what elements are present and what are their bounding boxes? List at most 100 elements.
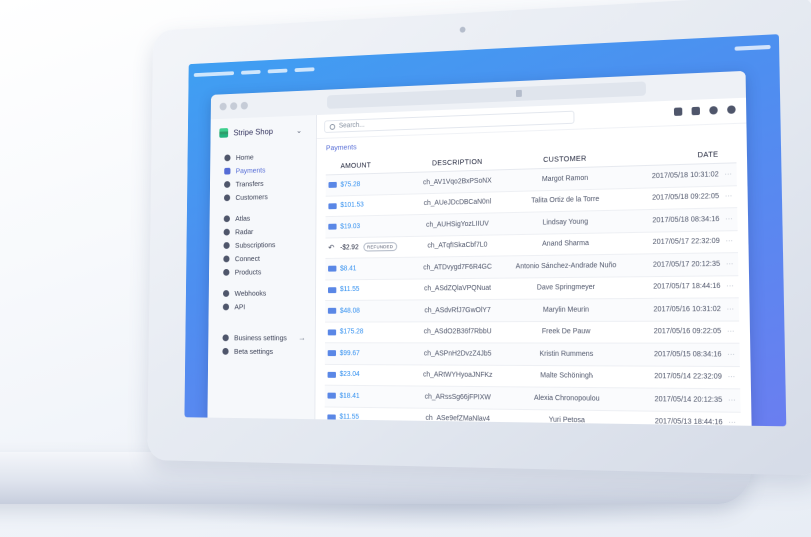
sidebar-item-business-settings[interactable]: Business settings → [208, 330, 315, 344]
sidebar-item-label: Subscriptions [235, 240, 275, 249]
table-row[interactable]: $175.28 ch_ASdO2B36f7RbbU Freek De Pauw 201… [325, 321, 740, 344]
sidebar-item-label: Atlas [235, 213, 250, 222]
customers-icon [224, 194, 230, 201]
date-cell: 2017/05/17 20:12:35 [624, 260, 720, 268]
account-switcher[interactable]: Stripe Shop [219, 126, 273, 138]
date-cell: 2017/05/16 09:22:05 [625, 328, 721, 335]
description-cell: ch_ARtWYHyoaJNFKz [407, 372, 508, 380]
customer-cell: Freek De Pauw [508, 328, 625, 335]
description-cell: ch_ASdO2B36f7RbbU [408, 328, 509, 335]
breadcrumb[interactable]: Payments [326, 142, 357, 152]
bell-icon[interactable] [709, 106, 718, 115]
window-minimize-button[interactable] [230, 102, 237, 110]
sidebar-item-webhooks[interactable]: Webhooks [209, 285, 315, 299]
more-icon[interactable]: ··· [723, 419, 742, 426]
credit-card-icon [328, 350, 336, 356]
description-cell: ch_ARssSg66jFPIXW [407, 393, 508, 401]
camera-icon [460, 27, 466, 33]
more-icon[interactable]: ··· [720, 283, 739, 291]
date-cell: 2017/05/17 18:44:16 [625, 283, 721, 291]
sidebar-item-label: Beta settings [234, 347, 273, 356]
date-cell: 2017/05/16 10:31:02 [625, 306, 721, 314]
desktop-bar-segment [295, 67, 315, 72]
lock-icon [516, 90, 522, 97]
docs-icon[interactable] [692, 107, 700, 116]
table-row[interactable]: $11.55 ch_ASdZQlaVPQNuat Dave Springmeyer 2… [325, 276, 739, 301]
window-maximize-button[interactable] [241, 102, 248, 110]
sidebar-item-connect[interactable]: Connect [209, 250, 315, 265]
megaphone-icon[interactable] [674, 107, 682, 116]
table-row[interactable]: $48.08 ch_ASdvRfJ7GwOlY7 Marylin Meurin 201… [325, 298, 739, 322]
desktop-bar-segment [241, 70, 261, 75]
sidebar-item-products[interactable]: Products [209, 264, 315, 279]
more-icon[interactable]: ··· [719, 215, 738, 223]
customer-cell: Malte Schöningh [508, 372, 625, 380]
amount-cell: $19.03 [340, 223, 360, 230]
sidebar-item-api[interactable]: API [209, 299, 315, 313]
laptop-screen: Stripe Shop ⌄ Home Payments Transfers Cu… [184, 34, 786, 426]
amount-cell: $75.28 [340, 181, 360, 188]
credit-card-icon [328, 182, 336, 188]
beta-settings-icon [222, 347, 228, 354]
amount-cell: $11.55 [339, 414, 359, 421]
search-icon [330, 123, 336, 129]
customer-cell: Alexia Chronopoulou [509, 394, 626, 403]
customer-cell: Dave Springmeyer [508, 284, 625, 292]
amount-cell: $48.08 [340, 307, 360, 314]
amount-cell: -$2.92 [340, 244, 358, 251]
column-header-description[interactable]: DESCRIPTION [408, 156, 508, 168]
sidebar-item-label: Customers [235, 192, 267, 201]
column-header-customer[interactable]: CUSTOMER [507, 152, 623, 165]
laptop-lid: Stripe Shop ⌄ Home Payments Transfers Cu… [147, 0, 811, 476]
credit-card-icon [328, 308, 336, 314]
more-icon[interactable]: ··· [722, 396, 741, 404]
date-cell: 2017/05/15 08:34:16 [625, 351, 721, 359]
business-settings-icon [222, 334, 228, 341]
window-close-button[interactable] [220, 103, 227, 111]
table-row[interactable]: $99.67 ch_ASPnH2DvzZ4Jb5 Kristin Rummens 20… [325, 343, 740, 366]
more-icon[interactable]: ··· [721, 351, 740, 358]
credit-card-icon [327, 393, 335, 399]
date-cell: 2017/05/17 22:32:09 [624, 238, 720, 247]
more-icon[interactable]: ··· [719, 170, 738, 178]
more-icon[interactable]: ··· [720, 260, 739, 268]
refunded-badge: REFUNDED [363, 242, 397, 251]
amount-cell: $18.41 [340, 393, 360, 400]
more-icon[interactable]: ··· [721, 305, 740, 312]
credit-card-icon [328, 287, 336, 293]
more-icon[interactable]: ··· [721, 328, 740, 335]
user-icon[interactable] [727, 105, 736, 114]
chevron-down-icon[interactable]: ⌄ [296, 126, 302, 135]
desktop-bar-segment [268, 69, 288, 74]
customer-cell: Margot Ramon [508, 174, 624, 184]
amount-cell: $175.28 [340, 329, 364, 336]
description-cell: ch_AUHSigYozLIIUV [408, 220, 508, 229]
date-cell: 2017/05/13 18:44:16 [626, 418, 723, 426]
desktop-bar-segment [735, 45, 771, 51]
date-cell: 2017/05/14 22:32:09 [626, 373, 722, 381]
customer-cell: Yuri Petosa [509, 416, 626, 425]
sidebar-item-label: Payments [236, 165, 266, 174]
sidebar-item-label: Connect [235, 254, 260, 263]
customer-cell: Lindsay Young [508, 218, 624, 227]
transfers-icon [224, 181, 230, 188]
more-icon[interactable]: ··· [720, 238, 739, 246]
refund-arrow-icon: ↶ [328, 243, 334, 252]
stripe-shop-logo-icon [219, 128, 228, 138]
home-icon [224, 154, 230, 161]
column-header-amount[interactable]: AMOUNT [341, 159, 408, 170]
amount-cell: $8.41 [340, 265, 356, 272]
brand-name: Stripe Shop [233, 126, 273, 137]
api-icon [223, 303, 229, 310]
sidebar-item-label: Home [236, 152, 254, 161]
column-header-date[interactable]: DATE [623, 149, 718, 161]
desktop-bar-segment [194, 71, 234, 77]
more-icon[interactable]: ··· [722, 374, 741, 382]
atlas-icon [224, 215, 230, 222]
search-input[interactable]: Search... [324, 111, 574, 133]
credit-card-icon [328, 266, 336, 272]
more-icon[interactable]: ··· [719, 193, 738, 201]
sidebar-item-beta-settings[interactable]: Beta settings [208, 344, 315, 358]
description-cell: ch_ATqfISkaCbf7L0 [408, 242, 508, 251]
subscriptions-icon [223, 242, 229, 249]
